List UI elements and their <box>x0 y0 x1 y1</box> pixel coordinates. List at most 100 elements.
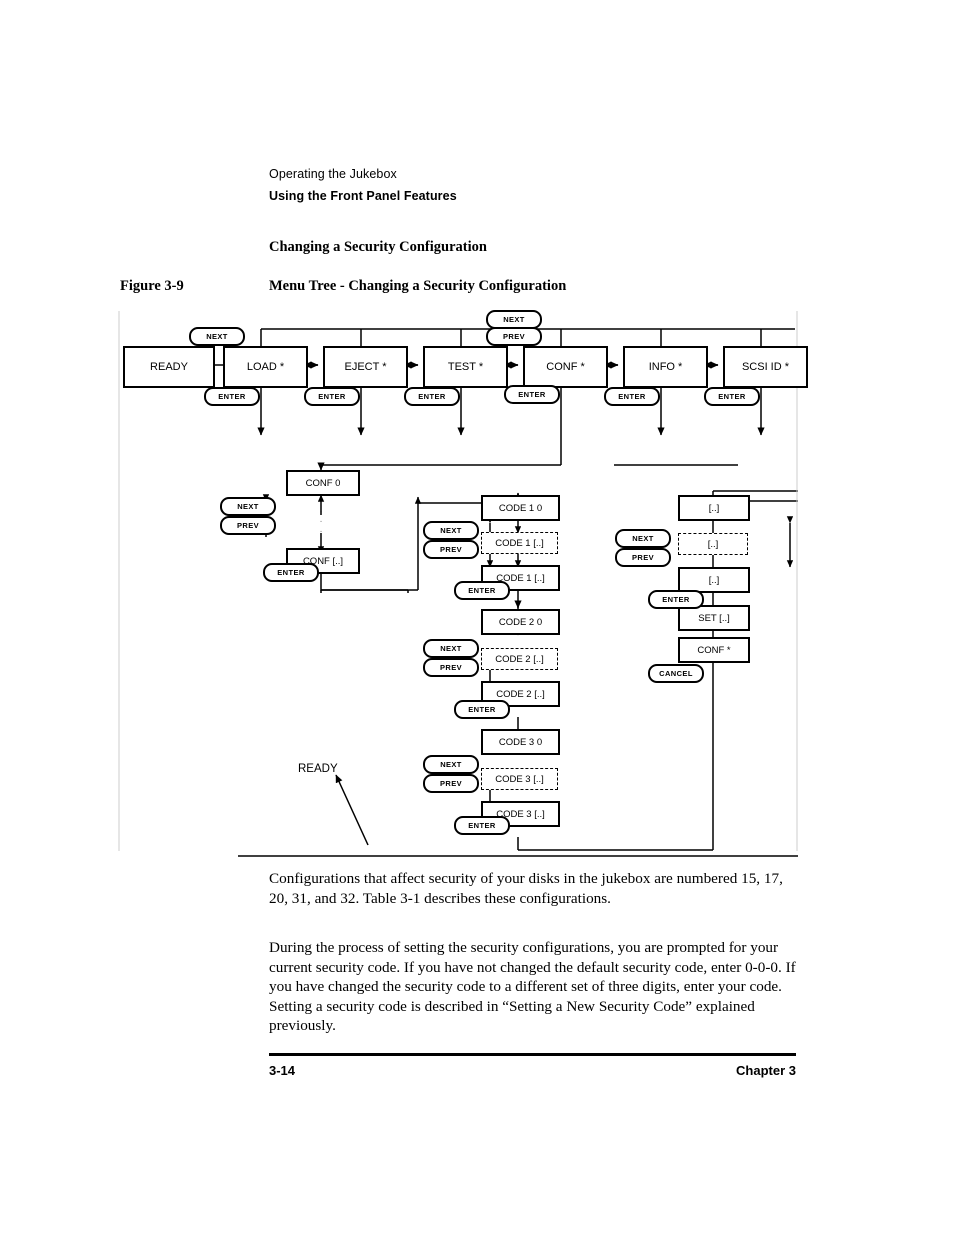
menu-box-conf-0[interactable]: CONF 0 <box>286 470 360 496</box>
menu-box-code1-dashed-label: CODE 1 [..] <box>495 537 544 549</box>
menu-box-code1-0-label: CODE 1 0 <box>498 502 543 514</box>
menu-box-code2-dashed[interactable]: CODE 2 [..] <box>481 648 558 670</box>
menu-box-code3-dashed[interactable]: CODE 3 [..] <box>481 768 558 790</box>
button-enter-conf[interactable]: ENTER <box>504 385 560 404</box>
menu-box-eject[interactable]: EJECT * <box>323 346 408 388</box>
button-next-code2-label: NEXT <box>440 644 462 653</box>
footer-page-number: 3-14 <box>269 1063 296 1078</box>
menu-box-value-first-label: [..] <box>708 502 720 514</box>
button-next-code3[interactable]: NEXT <box>423 755 479 774</box>
button-prev-top-conf-label: PREV <box>502 332 526 341</box>
menu-box-conf-return[interactable]: CONF * <box>678 637 750 663</box>
menu-box-code1-0[interactable]: CODE 1 0 <box>481 495 560 521</box>
running-head-chapter: Operating the Jukebox <box>269 167 397 181</box>
menu-box-code1-dashed[interactable]: CODE 1 [..] <box>481 532 558 554</box>
menu-box-code3-dashed-label: CODE 3 [..] <box>495 773 544 785</box>
ready-return-label: READY <box>298 763 338 775</box>
menu-box-value-last-label: [..] <box>708 574 720 586</box>
menu-box-code2-0-label: CODE 2 0 <box>498 616 543 628</box>
button-enter-test-label: ENTER <box>418 392 446 401</box>
menu-box-code2-n-label: CODE 2 [..] <box>496 688 545 700</box>
menu-box-scsi-id[interactable]: SCSI ID * <box>723 346 808 388</box>
conf-ellipsis: ◦ ◦ ◦ <box>316 509 326 535</box>
menu-box-code3-0[interactable]: CODE 3 0 <box>481 729 560 755</box>
button-enter-conf-column-label: ENTER <box>277 568 305 577</box>
menu-box-set-value-label: SET [..] <box>698 612 730 624</box>
button-enter-value-column-label: ENTER <box>662 595 690 604</box>
button-next-code2[interactable]: NEXT <box>423 639 479 658</box>
section-heading: Changing a Security Configuration <box>269 239 487 255</box>
menu-box-ready[interactable]: READY <box>123 346 215 388</box>
menu-box-code2-dashed-label: CODE 2 [..] <box>495 653 544 665</box>
button-enter-code3[interactable]: ENTER <box>454 816 510 835</box>
menu-box-eject-label: EJECT * <box>344 361 387 373</box>
button-next-value-column-label: NEXT <box>632 534 654 543</box>
button-enter-code2[interactable]: ENTER <box>454 700 510 719</box>
figure-number: Figure 3-9 <box>120 278 184 294</box>
button-enter-info-label: ENTER <box>618 392 646 401</box>
button-enter-code3-label: ENTER <box>468 821 496 830</box>
button-next-top-label: NEXT <box>206 332 228 341</box>
menu-box-ready-label: READY <box>150 361 188 373</box>
menu-box-value-dashed[interactable]: [..] <box>678 533 748 555</box>
button-enter-code1-label: ENTER <box>468 586 496 595</box>
button-prev-code1-label: PREV <box>439 545 463 554</box>
button-enter-code2-label: ENTER <box>468 705 496 714</box>
menu-box-load-label: LOAD * <box>246 361 285 373</box>
menu-box-conf[interactable]: CONF * <box>523 346 608 388</box>
conf-ellipsis-dot-1: ◦ <box>320 509 322 515</box>
button-next-top[interactable]: NEXT <box>189 327 245 346</box>
menu-box-conf-0-label: CONF 0 <box>305 477 341 489</box>
menu-box-conf-label: CONF * <box>546 361 585 373</box>
footer-chapter-label: Chapter 3 <box>736 1063 796 1078</box>
button-enter-load-label: ENTER <box>218 392 246 401</box>
button-enter-scsi-id[interactable]: ENTER <box>704 387 760 406</box>
conf-ellipsis-dot-2: ◦ <box>320 519 322 525</box>
button-enter-info[interactable]: ENTER <box>604 387 660 406</box>
menu-box-scsi-id-label: SCSI ID * <box>741 361 790 373</box>
conf-ellipsis-dot-3: ◦ <box>320 529 322 535</box>
button-enter-eject-label: ENTER <box>318 392 346 401</box>
body-paragraph-1: Configurations that affect security of y… <box>269 870 783 907</box>
menu-box-value-dashed-label: [..] <box>707 538 719 550</box>
running-head-section: Using the Front Panel Features <box>269 189 457 203</box>
button-cancel-value-column[interactable]: CANCEL <box>648 664 704 683</box>
button-next-top-conf-label: NEXT <box>503 315 525 324</box>
button-enter-eject[interactable]: ENTER <box>304 387 360 406</box>
button-next-code1[interactable]: NEXT <box>423 521 479 540</box>
button-enter-value-column[interactable]: ENTER <box>648 590 704 609</box>
button-next-code3-label: NEXT <box>440 760 462 769</box>
menu-box-code3-0-label: CODE 3 0 <box>498 736 543 748</box>
button-prev-code2-label: PREV <box>439 663 463 672</box>
menu-box-load[interactable]: LOAD * <box>223 346 308 388</box>
menu-box-info-label: INFO * <box>648 361 683 373</box>
button-prev-value-column[interactable]: PREV <box>615 548 671 567</box>
figure-title: Menu Tree - Changing a Security Configur… <box>269 278 567 294</box>
button-next-code1-label: NEXT <box>440 526 462 535</box>
button-enter-load[interactable]: ENTER <box>204 387 260 406</box>
menu-box-code2-0[interactable]: CODE 2 0 <box>481 609 560 635</box>
menu-box-test[interactable]: TEST * <box>423 346 508 388</box>
button-prev-code2[interactable]: PREV <box>423 658 479 677</box>
button-prev-code3[interactable]: PREV <box>423 774 479 793</box>
button-next-conf-column-label: NEXT <box>237 502 259 511</box>
button-prev-code1[interactable]: PREV <box>423 540 479 559</box>
body-paragraph-2: During the process of setting the securi… <box>269 939 796 1034</box>
menu-box-conf-return-label: CONF * <box>697 644 731 656</box>
button-prev-value-column-label: PREV <box>631 553 655 562</box>
button-prev-conf-column[interactable]: PREV <box>220 516 276 535</box>
button-prev-code3-label: PREV <box>439 779 463 788</box>
button-enter-scsi-id-label: ENTER <box>718 392 746 401</box>
button-prev-conf-column-label: PREV <box>236 521 260 530</box>
button-next-conf-column[interactable]: NEXT <box>220 497 276 516</box>
menu-box-value-first[interactable]: [..] <box>678 495 750 521</box>
button-enter-conf-label: ENTER <box>518 390 546 399</box>
button-enter-test[interactable]: ENTER <box>404 387 460 406</box>
button-enter-code1[interactable]: ENTER <box>454 581 510 600</box>
menu-box-test-label: TEST * <box>447 361 484 373</box>
button-enter-conf-column[interactable]: ENTER <box>263 563 319 582</box>
button-prev-top-conf[interactable]: PREV <box>486 327 542 346</box>
button-next-value-column[interactable]: NEXT <box>615 529 671 548</box>
menu-tree-labels: READY LOAD * EJECT * TEST * CONF * INFO … <box>118 305 808 857</box>
menu-box-info[interactable]: INFO * <box>623 346 708 388</box>
